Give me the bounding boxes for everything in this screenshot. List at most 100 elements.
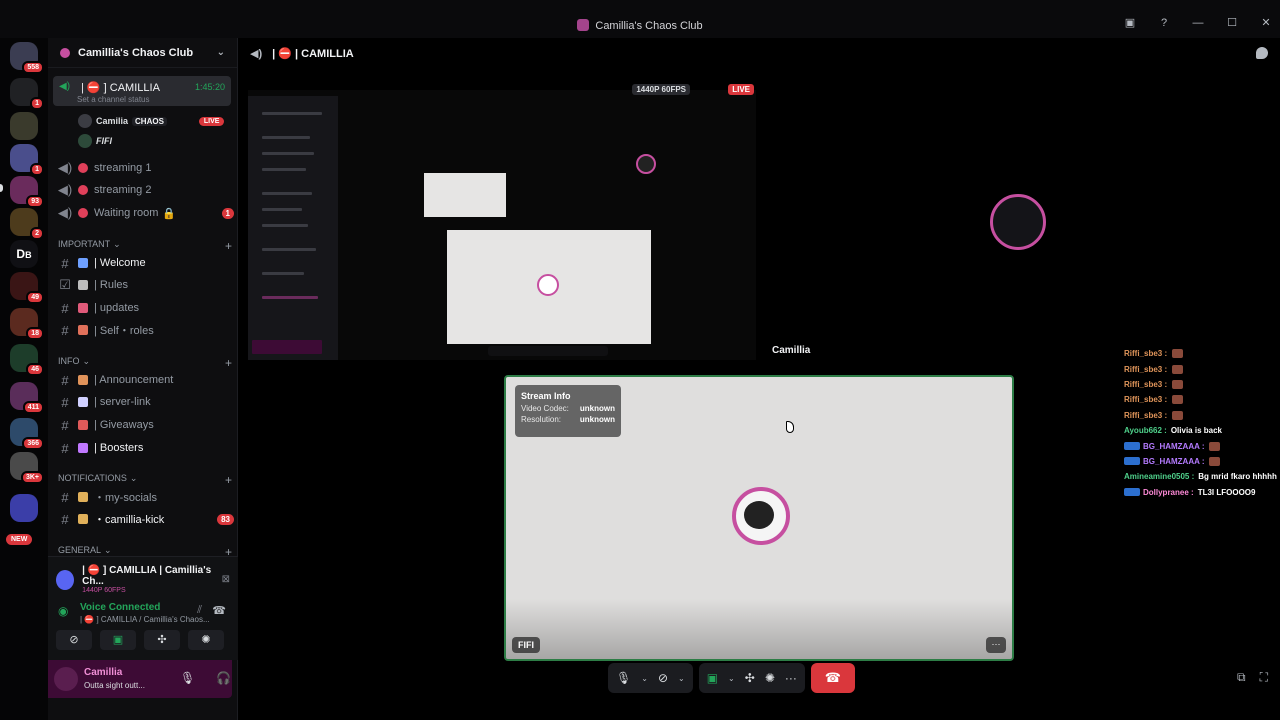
avatar[interactable] — [54, 667, 78, 691]
chevron-down-icon[interactable]: ⌄ — [641, 674, 648, 683]
activities-icon[interactable]: ✣ — [745, 671, 755, 685]
avatar — [78, 114, 92, 128]
server-icon[interactable]: 18 — [10, 308, 44, 340]
microphone-icon[interactable]: 🎙 — [616, 671, 631, 685]
preview-line — [262, 192, 312, 195]
soundboard-icon[interactable]: ✺ — [765, 671, 775, 685]
add-channel-icon[interactable]: + — [225, 356, 232, 370]
channel-status-input[interactable]: Set a channel status — [77, 95, 150, 104]
maximize-icon[interactable]: ☐ — [1226, 17, 1238, 29]
screen-share-icon[interactable]: ▣ — [707, 671, 718, 685]
screen-share-button[interactable]: ▣ — [100, 630, 136, 650]
category-important[interactable]: IMPORTANT ⌄ + — [58, 239, 232, 253]
chevron-down-icon: ⌄ — [129, 473, 138, 483]
live-badge: LIVE — [198, 116, 225, 126]
camera-tile[interactable]: Camillia — [766, 90, 1280, 360]
speaker-icon: ◀) — [57, 205, 73, 220]
category-info[interactable]: INFO ⌄ + — [58, 356, 232, 370]
preview-line — [262, 112, 322, 115]
focused-stream[interactable]: Stream Info Video Codec: unknown Resoluti… — [504, 375, 1014, 661]
channel-boosters[interactable]: # | Boosters — [56, 438, 234, 458]
channel-welcome[interactable]: # | Welcome — [56, 253, 234, 273]
channel-updates[interactable]: # | updates — [56, 298, 234, 318]
stop-stream-icon[interactable]: ⊠ — [222, 574, 230, 585]
unread-badge: 1 — [30, 163, 44, 176]
channel-announcement[interactable]: # | Announcement — [56, 370, 234, 390]
voice-connected-channel[interactable]: | ⛔ ] CAMILLIA / Camillia's Chaos... — [80, 615, 210, 624]
chat-message: Riffi_sbe3 : — [1124, 361, 1280, 376]
new-badge[interactable]: NEW — [6, 534, 33, 545]
more-options-icon[interactable]: ··· — [986, 637, 1006, 653]
channel-my-socials[interactable]: # ・my-socials — [56, 487, 234, 507]
camera-off-button[interactable]: ⊘ — [56, 630, 92, 650]
guild-header[interactable]: Camillia's Chaos Club ⌄ — [48, 38, 237, 68]
profile-picture — [732, 487, 790, 545]
channel-emoji-icon — [78, 258, 88, 268]
voice-user[interactable]: FIFI — [78, 134, 112, 148]
server-icon[interactable] — [10, 112, 38, 140]
chat-author: Amineamine0505 : — [1124, 472, 1195, 482]
preview-line — [262, 248, 316, 251]
disconnect-icon[interactable]: ☎ — [212, 604, 226, 617]
guild-icon — [60, 47, 70, 58]
emote-icon — [1172, 410, 1184, 420]
chat-icon[interactable] — [1256, 47, 1268, 59]
voice-channel-waiting-room[interactable]: ◀) Waiting room 🔒 1 — [56, 203, 234, 223]
channel-emoji-icon — [78, 375, 88, 385]
voice-channel-streaming-1[interactable]: ◀) streaming 1 — [56, 158, 234, 178]
soundboard-button[interactable]: ✺ — [188, 630, 224, 650]
server-icon[interactable]: 411 — [10, 382, 44, 414]
voice-user[interactable]: Camilia CHAOS LIVE — [78, 114, 225, 128]
channel-giveaways[interactable]: # | Giveaways — [56, 415, 234, 435]
nested-stream-preview — [447, 230, 651, 344]
channel-rules[interactable]: ☑ | Rules — [56, 275, 234, 295]
inbox-icon[interactable]: ▣ — [1124, 17, 1136, 29]
noise-suppression-icon[interactable]: ⫽ — [197, 604, 202, 617]
channel-camillia-kick[interactable]: # ・camillia-kick 83 — [56, 509, 234, 529]
close-icon[interactable]: ✕ — [1260, 17, 1272, 29]
server-folder[interactable]: 3K+ — [10, 452, 44, 484]
more-icon[interactable]: ··· — [785, 671, 797, 685]
channel-self-roles[interactable]: # | Self・roles — [56, 320, 234, 340]
fullscreen-icon[interactable]: ⛶ — [1260, 670, 1268, 685]
chat-message: Riffi_sbe3 : — [1124, 377, 1280, 392]
server-icon[interactable]: 2 — [10, 208, 44, 240]
chevron-down-icon: ⌄ — [216, 47, 225, 58]
server-icon[interactable]: 46 — [10, 344, 44, 376]
stop-sign-icon — [78, 208, 88, 218]
chevron-down-icon[interactable]: ⌄ — [728, 674, 735, 683]
home-button[interactable]: 558 — [10, 42, 44, 74]
channel-emoji-icon — [78, 303, 88, 313]
voice-channel-streaming-2[interactable]: ◀) streaming 2 — [56, 180, 234, 200]
server-icon[interactable]: 1 — [10, 144, 44, 176]
title-bar-controls: ▣ ? — ☐ ✕ — [1124, 17, 1272, 29]
server-icon-active[interactable]: 93 — [10, 176, 44, 208]
add-channel-icon[interactable]: + — [225, 239, 232, 253]
chat-author: Ayoub662 : — [1124, 426, 1167, 436]
help-icon[interactable]: ? — [1158, 17, 1170, 29]
preview-user-panel — [252, 340, 322, 354]
user-name[interactable]: Camillia — [84, 667, 122, 678]
screen-share-tile[interactable]: 1440P 60FPS LIVE — [248, 84, 756, 360]
participant-name: FIFI — [512, 637, 540, 653]
server-folder[interactable]: 366 — [10, 418, 44, 450]
server-icon[interactable]: DB — [10, 240, 38, 268]
chat-author: Riffi_sbe3 : — [1124, 379, 1168, 389]
chevron-down-icon[interactable]: ⌄ — [678, 674, 685, 683]
server-icon[interactable]: 49 — [10, 272, 44, 304]
server-folder[interactable] — [10, 494, 38, 522]
hang-up-button[interactable]: ☎ — [810, 663, 855, 693]
activities-button[interactable]: ✣ — [144, 630, 180, 650]
category-notifications[interactable]: NOTIFICATIONS ⌄ + — [58, 473, 232, 487]
camera-off-icon[interactable]: ⊘ — [658, 671, 668, 685]
server-icon[interactable]: 1 — [10, 78, 44, 110]
microphone-icon[interactable]: 🎙 — [180, 671, 195, 685]
preview-line — [262, 208, 302, 211]
channel-server-link[interactable]: # | server-link — [56, 392, 234, 412]
add-channel-icon[interactable]: + — [225, 473, 232, 487]
minimize-icon[interactable]: — — [1192, 17, 1204, 29]
popout-icon[interactable]: ⧉ — [1237, 670, 1246, 685]
headphones-icon[interactable]: 🎧 — [216, 671, 231, 685]
chat-overlay: Riffi_sbe3 : Riffi_sbe3 : Riffi_sbe3 : Riff… — [1124, 346, 1280, 500]
active-voice-channel[interactable]: ◀) | ⛔ ] CAMILLIA 1:45:20 Set a channel … — [53, 76, 231, 106]
